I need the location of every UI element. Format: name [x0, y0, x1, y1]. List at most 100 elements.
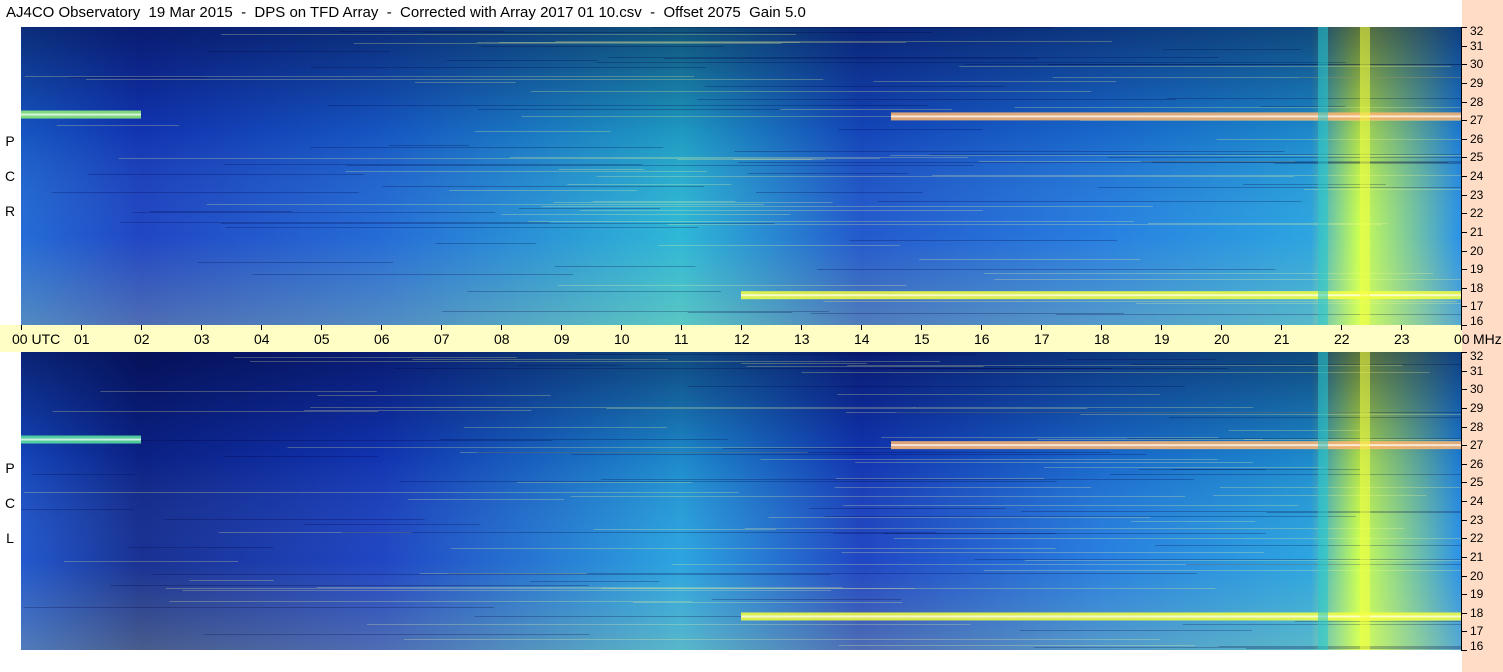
time-tick-label: 04	[254, 331, 270, 347]
rcp-spectrogram	[21, 27, 1461, 325]
frequency-tick-label: 29	[1470, 75, 1484, 90]
noise-streak	[70, 440, 553, 441]
noise-streak	[744, 528, 1405, 529]
time-tick-label: 14	[854, 331, 870, 347]
noise-streak	[768, 517, 1151, 518]
frequency-tick-mark	[1461, 231, 1467, 233]
time-tick-label: 11	[674, 331, 689, 347]
time-tick-mark	[801, 325, 802, 330]
time-tick-mark	[81, 325, 82, 330]
noise-streak	[704, 86, 1006, 87]
frequency-tick-label: 26	[1470, 131, 1484, 146]
noise-streak	[1155, 545, 1461, 546]
noise-streak	[1097, 187, 1461, 188]
noise-streak	[817, 269, 1276, 270]
noise-streak	[1020, 511, 1461, 512]
noise-streak	[741, 363, 867, 364]
noise-streak	[1056, 314, 1461, 315]
frequency-tick-mark	[1461, 594, 1467, 596]
spectrogram-svg	[21, 27, 1461, 325]
frequency-tick-label: 18	[1470, 280, 1484, 295]
frequency-tick-mark	[1461, 27, 1467, 28]
frequency-tick-label: 23	[1470, 512, 1484, 527]
noise-streak	[404, 639, 1161, 640]
noise-streak	[1014, 107, 1461, 108]
noise-streak	[883, 533, 1266, 534]
frequency-tick-label: 25	[1470, 150, 1484, 165]
noise-streak	[207, 51, 391, 52]
time-tick-label: 15	[914, 331, 930, 347]
noise-streak	[303, 524, 480, 525]
noise-streak	[1052, 77, 1461, 78]
time-tick-label: 00 UTC	[12, 331, 61, 347]
frequency-tick-label: 17	[1470, 299, 1484, 314]
frequency-tick-mark	[1461, 575, 1467, 577]
frequency-tick-label: 25	[1470, 475, 1484, 490]
noise-streak	[632, 602, 903, 603]
noise-streak	[838, 129, 983, 130]
frequency-tick-mark	[1461, 463, 1467, 465]
noise-streak	[118, 158, 880, 159]
noise-streak	[310, 407, 915, 408]
noise-streak	[601, 588, 1216, 589]
noise-streak	[419, 573, 588, 574]
noise-streak	[203, 634, 590, 635]
noise-streak	[931, 175, 1461, 176]
noise-streak	[311, 67, 707, 68]
noise-streak	[189, 580, 274, 581]
noise-streak	[779, 109, 953, 110]
rcp-label: P C R	[0, 27, 20, 325]
frequency-tick-mark	[1461, 176, 1467, 177]
frequency-unit-label: MHz	[1473, 331, 1502, 347]
frequency-tick-mark	[1461, 306, 1467, 308]
noise-streak	[541, 206, 1153, 207]
time-tick-mark	[1101, 325, 1102, 330]
noise-streak	[501, 214, 791, 215]
noise-streak	[23, 607, 495, 608]
lcp-label: P C L	[0, 352, 20, 650]
noise-streak	[182, 590, 832, 591]
time-tick-label: 17	[1034, 331, 1050, 347]
time-tick-mark	[441, 325, 442, 330]
frequency-tick-mark	[1461, 194, 1467, 196]
noise-streak	[1228, 430, 1361, 431]
noise-streak	[558, 169, 645, 170]
noise-streak	[206, 204, 764, 205]
time-tick-label: 22	[1334, 331, 1350, 347]
noise-streak	[338, 31, 505, 32]
noise-streak	[601, 479, 1194, 480]
noise-streak	[1166, 98, 1461, 99]
time-tick-label: 05	[314, 331, 330, 347]
frequency-tick-label: 21	[1470, 549, 1484, 564]
time-tick-label: 00	[1454, 331, 1470, 347]
noise-streak	[747, 173, 909, 174]
noise-streak	[841, 552, 1264, 553]
noise-streak	[304, 410, 532, 411]
noise-streak	[984, 570, 1461, 571]
noise-streak	[120, 222, 550, 223]
noise-streak	[382, 186, 705, 187]
noise-streak	[353, 43, 782, 44]
frequency-tick-mark	[1461, 101, 1467, 103]
noise-streak	[399, 481, 1057, 482]
spectrogram-svg	[21, 352, 1461, 650]
noise-streak	[974, 559, 1461, 560]
noise-streak	[435, 243, 536, 244]
time-tick-mark	[381, 325, 382, 330]
noise-streak	[592, 201, 736, 202]
noise-streak	[341, 532, 937, 533]
noise-streak	[1044, 467, 1325, 468]
frequency-tick-mark	[1461, 519, 1467, 521]
noise-streak	[367, 624, 971, 625]
noise-streak	[221, 34, 797, 35]
noise-streak	[919, 259, 1141, 260]
noise-streak	[23, 492, 739, 493]
time-tick-mark	[1281, 325, 1282, 330]
frequency-tick-mark	[1461, 269, 1467, 271]
lcp-letter-c: C	[4, 495, 16, 511]
noise-streak	[415, 82, 516, 83]
noise-streak	[570, 496, 1186, 497]
time-tick-label: 02	[134, 331, 150, 347]
frequency-tick-mark	[1461, 120, 1467, 122]
noise-streak	[412, 359, 668, 360]
